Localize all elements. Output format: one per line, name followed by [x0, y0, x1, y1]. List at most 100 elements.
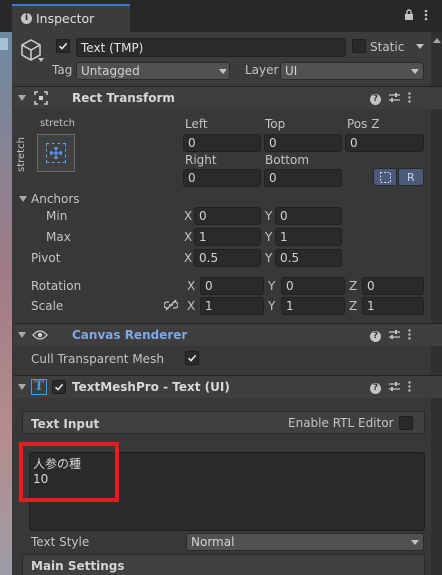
rect-transform-title: Rect Transform — [72, 91, 175, 105]
pivot-y-axis: Y — [265, 251, 273, 265]
preset-icon[interactable] — [389, 381, 400, 395]
stretch-horizontal-label: stretch — [40, 118, 75, 129]
static-label: Static — [370, 40, 405, 54]
top-input[interactable]: 0 — [264, 134, 342, 152]
help-icon[interactable]: ? — [370, 330, 381, 342]
right-value: 0 — [188, 171, 196, 185]
bottom-input[interactable]: 0 — [264, 169, 342, 187]
gameobject-name: Text (TMP) — [81, 41, 144, 55]
scale-y-input[interactable]: 1 — [281, 297, 345, 315]
posz-input[interactable]: 0 — [345, 134, 424, 152]
tmp-fold-icon[interactable] — [18, 384, 26, 390]
scale-x-value: 1 — [205, 299, 213, 313]
text-style-label: Text Style — [31, 535, 90, 549]
rect-transform-header[interactable]: Rect Transform ? — [14, 87, 442, 109]
enable-rtl-checkbox[interactable] — [399, 416, 413, 430]
max-y-input[interactable]: 1 — [275, 228, 342, 246]
bottom-label: Bottom — [265, 153, 310, 167]
max-x-input[interactable]: 1 — [194, 228, 261, 246]
rot-x-input[interactable]: 0 — [200, 277, 264, 295]
tmp-header[interactable]: T TextMeshPro - Text (UI) ? — [14, 376, 442, 398]
left-value: 0 — [188, 136, 196, 150]
raw-edit-label: R — [407, 171, 415, 184]
eye-icon — [32, 329, 48, 344]
scene-view-marker — [0, 38, 8, 50]
scale-y-axis: Y — [268, 299, 276, 313]
scrollbar-up-icon[interactable] — [433, 38, 441, 43]
pivot-y-value: 0.5 — [280, 251, 300, 265]
rot-x-value: 0 — [205, 279, 213, 293]
help-icon[interactable]: ? — [370, 93, 381, 105]
blueprint-icon — [380, 172, 391, 186]
scrollbar[interactable] — [431, 32, 442, 575]
more-icon[interactable] — [424, 9, 428, 24]
min-y-axis: Y — [265, 209, 273, 223]
pivot-y-input[interactable]: 0.5 — [275, 249, 342, 267]
min-x-input[interactable]: 0 — [194, 207, 261, 225]
annotation-highlight-box — [19, 442, 119, 502]
rot-y-axis: Y — [268, 279, 276, 293]
anchor-preset-button[interactable] — [37, 134, 75, 172]
tmp-enabled-checkbox[interactable] — [52, 380, 66, 394]
component-menu-icon[interactable] — [408, 92, 411, 106]
tmp-title: TextMeshPro - Text (UI) — [72, 380, 230, 394]
left-label: Left — [185, 117, 208, 131]
left-input[interactable]: 0 — [183, 134, 261, 152]
canvas-renderer-fold-icon[interactable] — [18, 332, 26, 338]
active-checkbox[interactable] — [56, 39, 70, 53]
pivot-x-value: 0.5 — [199, 251, 219, 265]
posz-value: 0 — [350, 136, 358, 150]
rot-z-axis: Z — [349, 279, 358, 293]
lock-icon[interactable] — [404, 9, 414, 24]
tab-inspector[interactable]: i Inspector — [12, 4, 130, 32]
layer-value: UI — [285, 64, 298, 78]
main-settings-section-header[interactable]: Main Settings — [22, 554, 425, 575]
max-y-axis: Y — [265, 230, 273, 244]
blueprint-mode-button[interactable] — [373, 168, 397, 186]
tab-title: Inspector — [36, 11, 95, 26]
preset-icon[interactable] — [389, 92, 400, 106]
anchors-fold-icon[interactable] — [19, 196, 27, 202]
right-label: Right — [185, 153, 217, 167]
rect-transform-fold-icon[interactable] — [18, 95, 26, 101]
stretch-arrows-icon — [49, 146, 63, 163]
pivot-x-input[interactable]: 0.5 — [194, 249, 261, 267]
cull-transparent-mesh-checkbox[interactable] — [185, 351, 199, 365]
scale-x-input[interactable]: 1 — [200, 297, 264, 315]
min-y-input[interactable]: 0 — [275, 207, 342, 225]
canvas-renderer-title: Canvas Renderer — [72, 328, 188, 342]
tag-dropdown[interactable]: Untagged — [76, 62, 230, 80]
tag-dropdown-icon — [219, 69, 227, 74]
scale-x-axis: X — [187, 299, 196, 313]
max-x-axis: X — [184, 230, 193, 244]
gameobject-name-input[interactable]: Text (TMP) — [76, 38, 346, 57]
pivot-x-axis: X — [184, 251, 193, 265]
static-dropdown-icon[interactable] — [416, 44, 424, 49]
bottom-value: 0 — [269, 171, 277, 185]
help-icon[interactable]: ? — [370, 382, 381, 394]
canvas-renderer-header[interactable]: Canvas Renderer ? — [14, 324, 442, 346]
tag-label: Tag — [52, 63, 73, 77]
rot-z-value: 0 — [367, 279, 375, 293]
rot-y-input[interactable]: 0 — [281, 277, 345, 295]
layer-label: Layer — [245, 63, 279, 77]
static-checkbox[interactable] — [352, 39, 366, 53]
layer-dropdown[interactable]: UI — [280, 62, 424, 80]
constrain-proportions-icon[interactable] — [163, 299, 179, 314]
rot-z-input[interactable]: 0 — [362, 277, 424, 295]
right-input[interactable]: 0 — [183, 169, 261, 187]
text-style-dropdown-icon — [411, 540, 419, 545]
text-style-dropdown[interactable]: Normal — [186, 533, 424, 551]
rot-x-axis: X — [187, 279, 196, 293]
min-y-value: 0 — [280, 209, 288, 223]
scale-z-input[interactable]: 1 — [362, 297, 424, 315]
rect-transform-icon — [34, 91, 48, 108]
scene-view-edge — [0, 32, 12, 575]
preset-icon[interactable] — [389, 329, 400, 343]
component-menu-icon[interactable] — [408, 329, 411, 343]
rot-y-value: 0 — [286, 279, 294, 293]
raw-edit-button[interactable]: R — [398, 168, 424, 186]
max-y-value: 1 — [280, 230, 288, 244]
component-menu-icon[interactable] — [408, 381, 411, 395]
icon-dropdown-icon[interactable] — [38, 58, 44, 62]
